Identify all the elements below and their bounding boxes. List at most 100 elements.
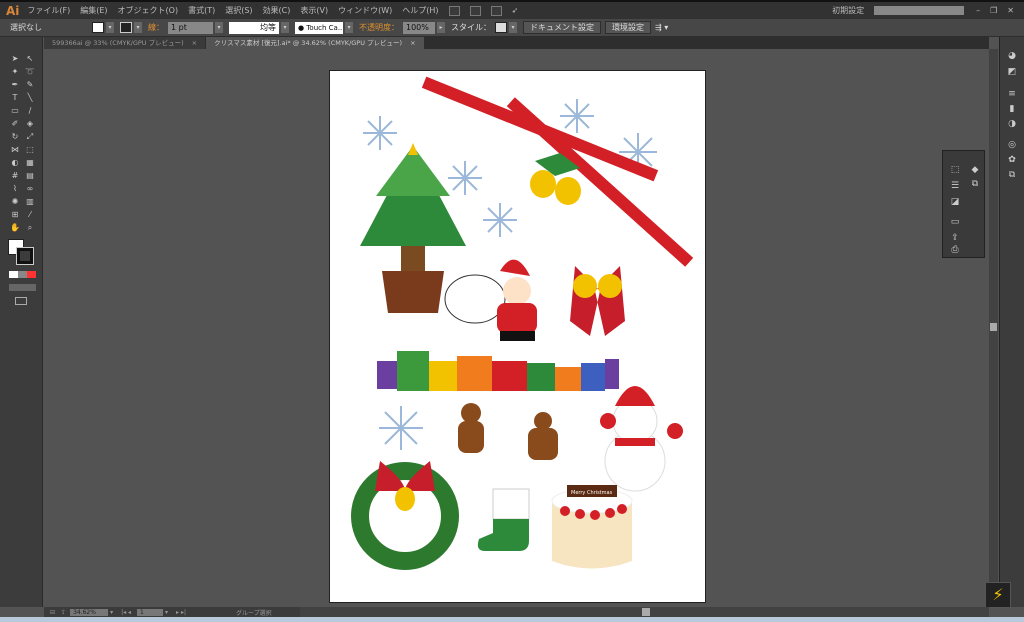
vertical-scroll-thumb[interactable] — [990, 323, 997, 331]
perspective-grid-tool-icon[interactable]: ▦ — [25, 158, 35, 168]
tab-close-icon[interactable]: × — [192, 39, 197, 47]
horizontal-scroll-thumb[interactable] — [642, 608, 650, 616]
fill-swatch[interactable] — [92, 22, 104, 33]
shape-builder-tool-icon[interactable]: ◐ — [10, 158, 20, 168]
color-panel-icon[interactable]: ◕ — [1006, 51, 1018, 61]
lasso-tool-icon[interactable]: ➰ — [25, 67, 35, 77]
stroke-weight-dropdown[interactable]: ▾ — [215, 22, 223, 33]
free-transform-tool-icon[interactable]: ⬚ — [25, 145, 35, 155]
blend-tool-icon[interactable]: ∞ — [25, 184, 35, 194]
bridge-button[interactable] — [449, 6, 460, 16]
close-button[interactable]: ✕ — [1007, 6, 1014, 15]
zoom-field[interactable]: 34.62% — [70, 609, 108, 616]
color-mode-buttons[interactable] — [9, 271, 36, 278]
stroke-color-swatch[interactable] — [17, 248, 33, 264]
stroke-label[interactable]: 線： — [148, 22, 164, 33]
touch-workspace-icon[interactable]: ⚡ — [985, 582, 1011, 608]
artboard-tool-icon[interactable]: ⊞ — [10, 210, 20, 220]
pen-tool-icon[interactable]: ✒ — [10, 80, 20, 90]
stroke-profile-dropdown[interactable]: ▾ — [281, 22, 289, 33]
rectangle-tool-icon[interactable]: ▭ — [10, 106, 20, 116]
search-input[interactable] — [874, 6, 964, 15]
stroke-panel-icon[interactable]: ≡ — [1006, 89, 1018, 99]
type-tool-icon[interactable]: T — [10, 93, 20, 103]
stock-button[interactable] — [470, 6, 481, 16]
appearance-panel-icon[interactable]: ◎ — [1006, 140, 1018, 150]
transparency-panel-icon[interactable]: ◑ — [1006, 119, 1018, 129]
next-artboard-button[interactable]: ▸ ▸| — [176, 609, 186, 616]
color-guide-icon[interactable]: ◩ — [1006, 67, 1018, 77]
symbol-sprayer-tool-icon[interactable]: ✺ — [10, 197, 20, 207]
graphic-styles-panel-icon[interactable]: ⧉ — [1006, 170, 1018, 180]
menu-type[interactable]: 書式(T) — [188, 5, 215, 16]
first-artboard-button[interactable]: |◂ ◂ — [121, 609, 131, 616]
minimize-button[interactable]: – — [976, 6, 980, 15]
paintbrush-tool-icon[interactable]: ∕ — [25, 106, 35, 116]
artboard-dropdown[interactable]: ▾ — [165, 609, 168, 616]
eyedropper-tool-icon[interactable]: ⌇ — [10, 184, 20, 194]
rotate-tool-icon[interactable]: ↻ — [10, 132, 20, 142]
menu-view[interactable]: 表示(V) — [300, 5, 328, 16]
restore-button[interactable]: ❐ — [990, 6, 997, 15]
selection-tool-icon[interactable]: ➤ — [10, 54, 20, 64]
menu-select[interactable]: 選択(S) — [225, 5, 252, 16]
menu-file[interactable]: ファイル(F) — [27, 5, 70, 16]
slice-tool-icon[interactable]: ⁄ — [25, 210, 35, 220]
mesh-tool-icon[interactable]: # — [10, 171, 20, 181]
menu-effect[interactable]: 効果(C) — [263, 5, 291, 16]
width-tool-icon[interactable]: ⋈ — [10, 145, 20, 155]
graph-tool-icon[interactable]: ▥ — [25, 197, 35, 207]
align-panel-icon[interactable]: ☰ — [949, 181, 961, 191]
brush-dropdown[interactable]: ▾ — [345, 22, 353, 33]
layers-panel-icon[interactable]: ◆ — [969, 165, 981, 175]
pencil-tool-icon[interactable]: ✐ — [10, 119, 20, 129]
menu-help[interactable]: ヘルプ(H) — [402, 5, 438, 16]
tab-close-icon[interactable]: × — [410, 39, 415, 47]
opacity-field[interactable]: 100% — [403, 22, 435, 34]
screen-mode-icon[interactable] — [15, 297, 27, 305]
symbols-panel-icon[interactable]: ✿ — [1006, 155, 1018, 165]
links-panel-icon[interactable]: ⧉ — [969, 179, 981, 189]
tab-document-2[interactable]: クリスマス素材 [復元].ai* @ 34.62% (CMYK/GPU プレビュ… — [206, 37, 423, 49]
preferences-button[interactable]: 環境設定 — [605, 21, 651, 34]
pathfinder-panel-icon[interactable]: ◪ — [949, 197, 961, 207]
zoom-tool-icon[interactable]: ⌕ — [25, 223, 35, 233]
opacity-dropdown[interactable]: ▸ — [437, 22, 445, 33]
document-settings-button[interactable]: ドキュメント設定 — [523, 21, 601, 34]
artboards-panel-icon[interactable]: ⬚ — [949, 165, 961, 175]
draw-mode-buttons[interactable] — [9, 284, 36, 291]
style-dropdown[interactable]: ▾ — [509, 22, 517, 33]
align-options-icon[interactable]: ⇶ ▾ — [655, 23, 668, 32]
magic-wand-tool-icon[interactable]: ✦ — [10, 67, 20, 77]
artboard[interactable]: Merry Christmas — [329, 70, 706, 603]
stroke-profile[interactable]: 均等 — [229, 22, 279, 34]
menu-object[interactable]: オブジェクト(O) — [118, 5, 179, 16]
stroke-dropdown[interactable]: ▾ — [134, 22, 142, 33]
style-swatch[interactable] — [495, 22, 507, 33]
gradient-tool-icon[interactable]: ▤ — [25, 171, 35, 181]
menu-edit[interactable]: 編集(E) — [80, 5, 107, 16]
asset-export-icon[interactable]: ⇪ — [949, 233, 961, 243]
hand-tool-icon[interactable]: ✋ — [10, 223, 20, 233]
brush-definition[interactable]: ● Touch Ca... — [295, 22, 343, 34]
eraser-tool-icon[interactable]: ◈ — [25, 119, 35, 129]
artboard-nav-icon[interactable]: ⊟ — [50, 609, 55, 616]
tab-document-1[interactable]: 599366ai @ 33% (CMYK/GPU プレビュー)× — [44, 37, 205, 49]
fill-dropdown[interactable]: ▾ — [106, 22, 114, 33]
gpu-rocket-icon[interactable]: ➶ — [512, 6, 519, 15]
menu-window[interactable]: ウィンドウ(W) — [338, 5, 392, 16]
gradient-panel-icon[interactable]: ▮ — [1006, 104, 1018, 114]
curvature-tool-icon[interactable]: ✎ — [25, 80, 35, 90]
stroke-weight-field[interactable]: 1 pt — [168, 22, 213, 34]
opacity-label[interactable]: 不透明度： — [359, 22, 399, 33]
print-panel-icon[interactable]: ⎙ — [949, 245, 961, 255]
workspace-switcher[interactable]: 初期設定 — [832, 5, 864, 16]
artboard-number-field[interactable]: 1 — [137, 609, 163, 616]
arrange-documents-button[interactable] — [491, 6, 502, 16]
zoom-dropdown[interactable]: ▾ — [110, 609, 113, 616]
export-icon[interactable]: ⇪ — [61, 609, 66, 616]
horizontal-scrollbar[interactable] — [300, 607, 989, 617]
direct-selection-tool-icon[interactable]: ↖ — [25, 54, 35, 64]
scale-tool-icon[interactable]: ⤢ — [25, 132, 35, 142]
line-tool-icon[interactable]: ╲ — [25, 93, 35, 103]
